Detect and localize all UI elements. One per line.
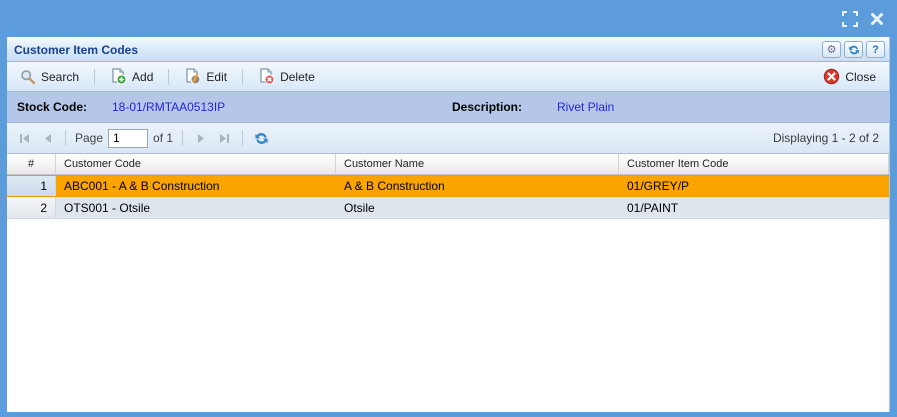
customer-code-cell: OTS001 - Otsile bbox=[64, 200, 151, 215]
customer-item-code-cell: 01/PAINT bbox=[627, 200, 679, 215]
add-icon bbox=[110, 68, 127, 85]
page-of-label: of 1 bbox=[153, 131, 174, 145]
panel-header-tools: ⚙ ? bbox=[822, 41, 885, 58]
customer-name-cell: Otsile bbox=[344, 200, 375, 215]
grid-header: # Customer Code Customer Name Customer I… bbox=[7, 154, 889, 175]
search-button[interactable]: Search bbox=[15, 66, 84, 88]
row-number-cell: 1 bbox=[7, 176, 56, 196]
gear-icon[interactable]: ⚙ bbox=[822, 41, 841, 58]
paging-toolbar: Page of 1 Displaying 1 - 2 of 2 bbox=[7, 123, 889, 154]
displaying-status: Displaying 1 - 2 of 2 bbox=[772, 131, 879, 145]
toolbar-separator bbox=[168, 68, 170, 85]
page-label: Page bbox=[75, 131, 104, 145]
grid-empty-area bbox=[7, 219, 889, 412]
next-page-icon[interactable] bbox=[192, 129, 210, 147]
column-header-customer-item-code[interactable]: Customer Item Code bbox=[619, 154, 889, 174]
paging-separator bbox=[182, 130, 184, 146]
toolbar-separator bbox=[94, 68, 96, 85]
delete-button-label: Delete bbox=[280, 69, 315, 84]
search-icon bbox=[20, 69, 36, 85]
edit-button-label: Edit bbox=[206, 69, 228, 84]
add-button-label: Add bbox=[132, 69, 154, 84]
last-page-icon[interactable] bbox=[215, 129, 233, 147]
stock-code-value: 18-01/RMTAA0513IP bbox=[112, 100, 226, 114]
titlebar bbox=[0, 0, 897, 37]
maximize-icon[interactable] bbox=[841, 10, 858, 27]
close-window-icon[interactable] bbox=[868, 10, 885, 27]
customer-item-codes-window: Customer Item Codes ⚙ ? Search Add Edit … bbox=[7, 37, 890, 412]
refresh-grid-icon[interactable] bbox=[252, 129, 270, 147]
page-number-input[interactable] bbox=[108, 128, 149, 148]
panel-header: Customer Item Codes ⚙ ? bbox=[7, 37, 889, 62]
close-button-label: Close bbox=[845, 69, 876, 84]
description-value: Rivet Plain bbox=[557, 100, 615, 114]
column-header-number[interactable]: # bbox=[7, 154, 56, 174]
toolbar: Search Add Edit Delete Close bbox=[7, 62, 889, 92]
panel-title: Customer Item Codes bbox=[14, 42, 139, 57]
table-row[interactable]: 1 ABC001 - A & B Construction A & B Cons… bbox=[7, 175, 889, 197]
first-page-icon[interactable] bbox=[15, 129, 33, 147]
toolbar-separator bbox=[242, 68, 244, 85]
refresh-icon[interactable] bbox=[844, 41, 863, 58]
search-button-label: Search bbox=[41, 69, 80, 84]
table-row[interactable]: 2 OTS001 - Otsile Otsile 01/PAINT bbox=[7, 197, 889, 219]
column-header-customer-code[interactable]: Customer Code bbox=[56, 154, 336, 174]
delete-icon bbox=[258, 68, 275, 85]
description-label: Description: bbox=[452, 100, 523, 114]
help-icon[interactable]: ? bbox=[866, 41, 885, 58]
customer-item-codes-grid: # Customer Code Customer Name Customer I… bbox=[7, 154, 889, 412]
column-header-customer-name[interactable]: Customer Name bbox=[336, 154, 619, 174]
info-bar: Stock Code: 18-01/RMTAA0513IP Descriptio… bbox=[7, 92, 889, 123]
add-button[interactable]: Add bbox=[105, 65, 158, 88]
stock-code-label: Stock Code: bbox=[17, 100, 88, 114]
delete-button[interactable]: Delete bbox=[253, 65, 320, 88]
edit-button[interactable]: Edit bbox=[179, 65, 232, 88]
prev-page-icon[interactable] bbox=[38, 129, 56, 147]
customer-code-cell: ABC001 - A & B Construction bbox=[64, 179, 220, 193]
paging-separator bbox=[65, 130, 66, 146]
close-button[interactable]: Close bbox=[818, 65, 881, 88]
row-number-cell: 2 bbox=[7, 197, 56, 218]
paging-separator bbox=[242, 130, 244, 146]
edit-icon bbox=[184, 68, 201, 85]
customer-name-cell: A & B Construction bbox=[344, 179, 445, 193]
customer-item-code-cell: 01/GREY/P bbox=[627, 179, 690, 193]
close-icon bbox=[823, 68, 840, 85]
